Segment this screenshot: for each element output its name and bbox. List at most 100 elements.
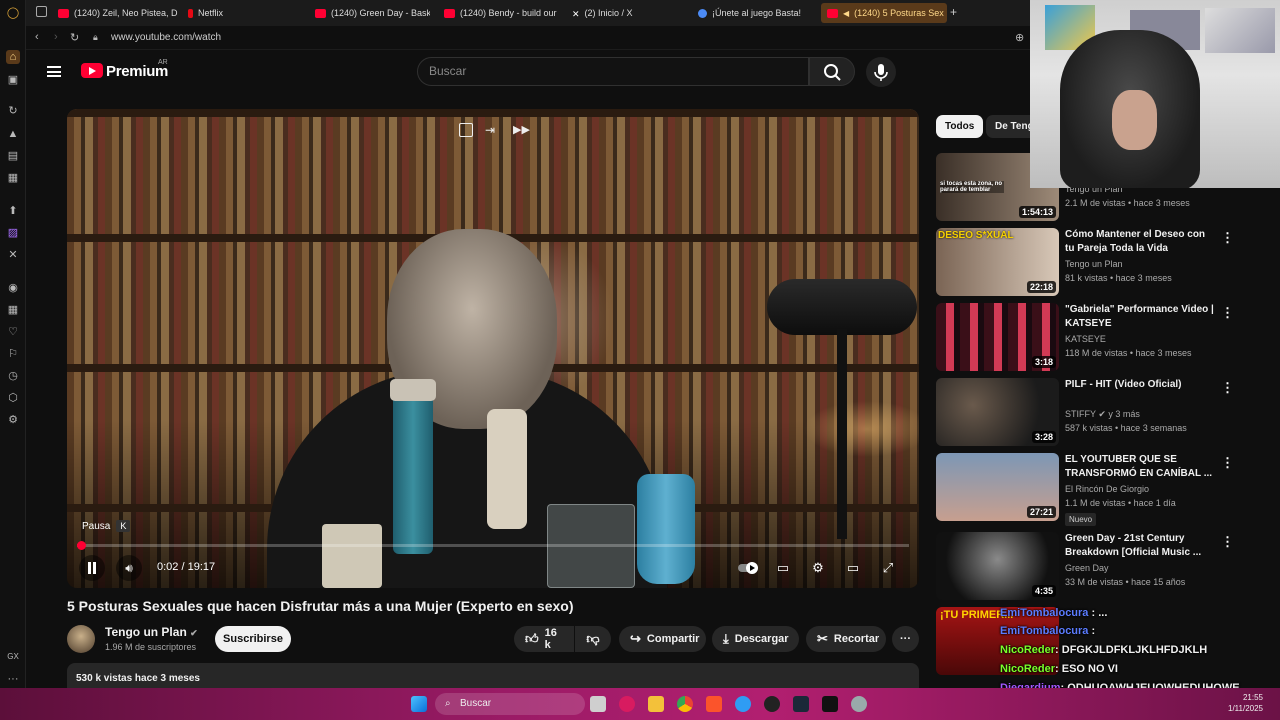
history-icon[interactable]: ◷ xyxy=(6,369,20,383)
tab-4[interactable]: ✕ (2) Inicio / X xyxy=(572,3,687,23)
theater-mode-icon[interactable]: ▭ xyxy=(844,559,862,577)
brave-icon[interactable] xyxy=(706,696,722,712)
cube-icon[interactable]: ⬡ xyxy=(6,391,20,405)
zoom-icon[interactable]: ⊕ xyxy=(1015,31,1024,44)
rec-title[interactable]: EL YOUTUBER QUE SE TRANSFORMÓ EN CANÍBAL… xyxy=(1065,453,1215,481)
clip-button[interactable]: ✂ Recortar xyxy=(806,626,886,652)
player-icon[interactable]: ◉ xyxy=(6,281,20,295)
app-icon[interactable] xyxy=(764,696,780,712)
channel-avatar[interactable] xyxy=(67,625,95,653)
recommendation-item[interactable]: 3:28 PILF - HIT (Video Oficial) STIFFY ✔… xyxy=(936,378,1236,446)
rec-title[interactable]: Green Day - 21st Century Breakdown [Offi… xyxy=(1065,532,1215,560)
kebab-menu-icon[interactable]: ⋮ xyxy=(1221,380,1234,396)
subscribe-button[interactable]: Suscribirse xyxy=(215,626,291,652)
recommendation-item[interactable]: 3:18 "Gabriela" Performance Video | KATS… xyxy=(936,303,1236,371)
rec-channel[interactable]: Green Day xyxy=(1065,563,1109,573)
more-icon[interactable]: ··· xyxy=(6,672,20,686)
reload-icon[interactable]: ↻ xyxy=(70,31,79,44)
chrome-icon[interactable] xyxy=(677,696,693,712)
rec-channel[interactable]: Tengo un Plan xyxy=(1065,259,1123,269)
back-icon[interactable]: ‹ xyxy=(35,31,39,43)
steam-icon[interactable] xyxy=(793,696,809,712)
autoplay-toggle[interactable] xyxy=(737,559,761,577)
new-tab-button[interactable]: + xyxy=(950,5,957,19)
gamepad-icon[interactable]: ▣ xyxy=(6,73,20,87)
settings-icon[interactable] xyxy=(851,696,867,712)
rec-title[interactable]: PILF - HIT (Video Oficial) xyxy=(1065,378,1215,392)
settings-icon[interactable]: ⚙ xyxy=(6,413,20,427)
gx-icon[interactable]: GX xyxy=(6,650,20,664)
pause-button[interactable] xyxy=(79,555,105,581)
grid-icon[interactable]: ▦ xyxy=(6,303,20,317)
more-actions-button[interactable]: ··· xyxy=(892,626,919,652)
tab-3[interactable]: (1240) Bendy - build our xyxy=(444,3,559,23)
menu-icon[interactable] xyxy=(47,66,61,77)
fullscreen-icon[interactable]: ⤢ xyxy=(879,559,897,577)
thumbnail[interactable]: DESEO S*XUAL 22:18 xyxy=(936,228,1059,296)
rec-channel[interactable]: KATSEYE xyxy=(1065,334,1106,344)
kebab-menu-icon[interactable]: ⋮ xyxy=(1221,534,1234,550)
rec-channel[interactable]: El Rincón De Giorgio xyxy=(1065,484,1149,494)
home-icon[interactable]: ⌂ xyxy=(6,50,20,64)
chip-all[interactable]: Todos xyxy=(936,115,984,138)
search-input[interactable]: Buscar xyxy=(417,57,809,86)
tab-6[interactable]: ◀ (1240) 5 Posturas Sex xyxy=(821,3,947,23)
dislike-button[interactable]: 👎︎ xyxy=(575,626,611,652)
recommendation-item[interactable]: 4:35 Green Day - 21st Century Breakdown … xyxy=(936,532,1236,600)
task-view-icon[interactable] xyxy=(590,696,606,712)
app-icon[interactable]: ⬆ xyxy=(6,204,20,218)
music-icon[interactable]: ▤ xyxy=(6,149,20,163)
app-icon[interactable] xyxy=(822,696,838,712)
video-player[interactable]: ⇥ ▶▶ Pausa K 🔊︎ 0:02 / 19:17 ▭ ⚙ ▭ ⤢ xyxy=(67,109,919,588)
search-button[interactable] xyxy=(809,57,855,86)
next-icon[interactable]: ▶▶ xyxy=(513,123,530,137)
voice-search-button[interactable] xyxy=(866,57,896,87)
youtube-logo-icon[interactable] xyxy=(81,63,103,78)
thumbnail[interactable]: 3:18 xyxy=(936,303,1059,371)
x-icon[interactable]: ✕ xyxy=(6,248,20,262)
twitch-icon[interactable]: ▨ xyxy=(6,226,20,240)
heart-icon[interactable]: ♡ xyxy=(6,325,20,339)
rec-title[interactable]: "Gabriela" Performance Video | KATSEYE xyxy=(1065,303,1215,331)
volume-icon[interactable]: 🔊︎ xyxy=(116,555,142,581)
tab-2[interactable]: (1240) Green Day - Baske xyxy=(315,3,430,23)
recommendation-item[interactable]: 27:21 EL YOUTUBER QUE SE TRANSFORMÓ EN C… xyxy=(936,453,1236,526)
control-icon[interactable]: ▲ xyxy=(6,127,20,141)
popout-icon[interactable]: ⇥ xyxy=(485,123,499,137)
settings-icon[interactable]: ⚙ xyxy=(809,559,827,577)
download-button[interactable]: ⤓ Descargar xyxy=(712,626,799,652)
share-button[interactable]: ↪ Compartir xyxy=(619,626,706,652)
tab-0[interactable]: (1240) Zeil, Neo Pistea, D xyxy=(58,3,178,23)
folder-icon[interactable] xyxy=(648,696,664,712)
progress-bar[interactable] xyxy=(77,541,909,550)
opera-gx-icon[interactable] xyxy=(619,696,635,712)
recommendation-item[interactable]: DESEO S*XUAL 22:18 Cómo Mantener el Dese… xyxy=(936,228,1236,296)
kebab-menu-icon[interactable]: ⋮ xyxy=(1221,455,1234,471)
pin-icon[interactable]: ⚐ xyxy=(6,347,20,361)
news-icon[interactable]: ▦ xyxy=(6,171,20,185)
progress-scrubber[interactable] xyxy=(77,541,87,550)
rec-title[interactable]: Cómo Mantener el Deseo con tu Pareja Tod… xyxy=(1065,228,1215,256)
tab-5[interactable]: ¡Únete al juego Basta! xyxy=(698,3,818,23)
tab-1[interactable]: Netflix xyxy=(188,3,308,23)
thumbnail[interactable]: 27:21 xyxy=(936,453,1059,521)
kebab-menu-icon[interactable]: ⋮ xyxy=(1221,230,1234,246)
taskbar-search[interactable]: Buscar xyxy=(435,693,585,715)
windows-start-icon[interactable] xyxy=(411,696,427,712)
speed-icon[interactable]: ↻ xyxy=(6,104,20,118)
subtitles-icon[interactable]: ▭ xyxy=(774,559,792,577)
url-field[interactable]: www.youtube.com/watch xyxy=(111,32,221,43)
like-button[interactable]: 👍︎ 16 k xyxy=(514,626,574,652)
thumbnail[interactable]: 3:28 xyxy=(936,378,1059,446)
rec-channel[interactable]: STIFFY ✔ y 3 más xyxy=(1065,409,1140,420)
app-icon[interactable] xyxy=(735,696,751,712)
opera-gx-icon[interactable]: ◯ xyxy=(6,6,20,20)
thumbnail[interactable]: 4:35 xyxy=(936,532,1059,600)
tab-menu-icon[interactable] xyxy=(36,6,47,17)
miniplayer-icon[interactable] xyxy=(459,123,473,137)
clock[interactable]: 21:55 1/11/2025 xyxy=(1228,692,1263,714)
kebab-menu-icon[interactable]: ⋮ xyxy=(1221,305,1234,321)
channel-name[interactable]: Tengo un Plan ✔ xyxy=(105,625,198,639)
forward-icon[interactable]: › xyxy=(54,31,58,43)
description-box[interactable]: 530 k vistas hace 3 meses xyxy=(67,663,919,689)
